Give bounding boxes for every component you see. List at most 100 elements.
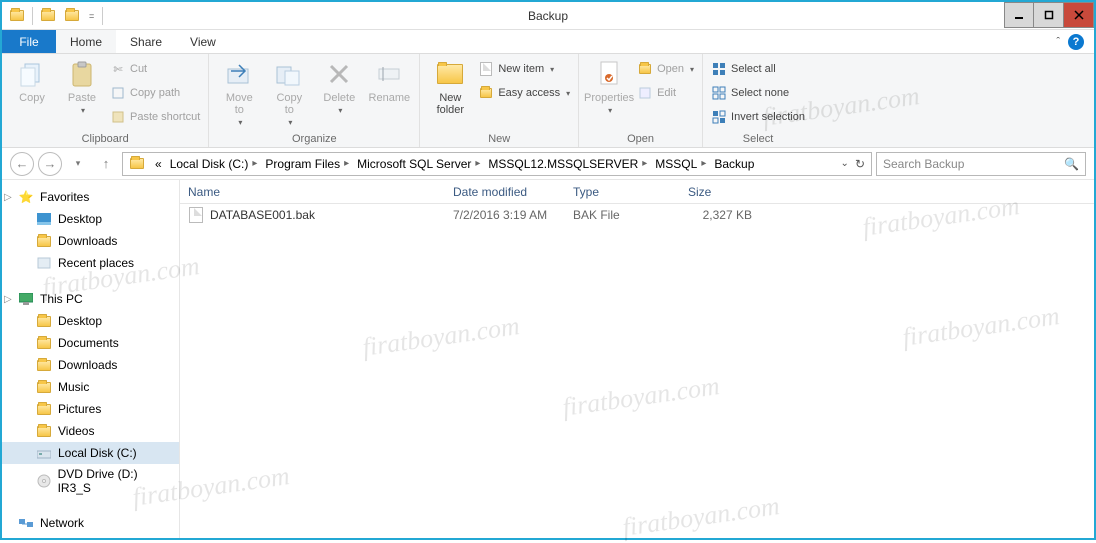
properties-button[interactable]: Properties▾	[587, 58, 631, 115]
rename-button[interactable]: Rename	[367, 58, 411, 104]
file-date: 7/2/2016 3:19 AM	[445, 208, 565, 222]
crumb-5[interactable]: Backup	[710, 157, 758, 171]
group-label-clipboard: Clipboard	[10, 131, 200, 147]
nav-pc-documents[interactable]: Documents	[2, 332, 179, 354]
col-date[interactable]: Date modified	[445, 185, 565, 199]
crumb-4-label: MSSQL	[655, 157, 697, 171]
ribbon-collapse-chevron[interactable]: ˆ	[1056, 36, 1060, 48]
copypath-button[interactable]: Copy path	[110, 82, 200, 104]
refresh-button[interactable]: ↻	[855, 157, 865, 171]
breadcrumb-overflow-label: «	[155, 157, 162, 171]
close-button[interactable]	[1064, 2, 1094, 28]
qat-properties-icon[interactable]	[37, 5, 59, 27]
crumb-2[interactable]: Microsoft SQL Server▸	[353, 157, 484, 171]
help-icon[interactable]: ?	[1068, 34, 1084, 50]
search-input[interactable]: Search Backup 🔍	[876, 152, 1086, 176]
tab-home[interactable]: Home	[56, 30, 116, 53]
easyaccess-button[interactable]: Easy access▾	[478, 82, 570, 104]
nav-pc-desktop[interactable]: Desktop	[2, 310, 179, 332]
app-icon[interactable]	[6, 5, 28, 27]
file-row[interactable]: DATABASE001.bak 7/2/2016 3:19 AM BAK Fil…	[180, 204, 1094, 226]
easyaccess-label: Easy access	[498, 87, 560, 99]
cut-button[interactable]: ✄Cut	[110, 58, 200, 80]
edit-label: Edit	[657, 87, 676, 99]
nav-pc-pictures[interactable]: Pictures	[2, 398, 179, 420]
crumb-3-label: MSSQL12.MSSQLSERVER	[488, 157, 638, 171]
back-button[interactable]: ←	[10, 152, 34, 176]
copy-button[interactable]: Copy	[10, 58, 54, 104]
open-button[interactable]: Open▾	[637, 58, 694, 80]
copyto-icon	[273, 58, 305, 90]
chevron-right-icon: ▸	[642, 158, 647, 169]
selectnone-button[interactable]: Select none	[711, 82, 805, 104]
videos-icon	[36, 423, 52, 439]
up-button[interactable]: ↑	[94, 152, 118, 176]
paste-button[interactable]: Paste ▾	[60, 58, 104, 115]
minimize-button[interactable]	[1004, 2, 1034, 28]
pasteshortcut-label: Paste shortcut	[130, 111, 200, 123]
crumb-0[interactable]: Local Disk (C:)▸	[166, 157, 262, 171]
copyto-button[interactable]: Copy to▾	[267, 58, 311, 127]
maximize-button[interactable]	[1034, 2, 1064, 28]
col-name[interactable]: Name	[180, 185, 445, 199]
pasteshortcut-button[interactable]: Paste shortcut	[110, 106, 200, 128]
tab-view[interactable]: View	[176, 30, 230, 53]
group-label-organize: Organize	[217, 131, 411, 147]
col-type[interactable]: Type	[565, 185, 680, 199]
file-size: 2,327 KB	[680, 208, 760, 222]
paste-dropdown-icon: ▾	[81, 106, 85, 115]
invertselection-icon	[711, 109, 727, 125]
file-name: DATABASE001.bak	[210, 208, 315, 222]
crumb-1[interactable]: Program Files▸	[261, 157, 353, 171]
tree-collapse-icon[interactable]: ▷	[4, 192, 12, 203]
edit-button[interactable]: Edit	[637, 82, 694, 104]
file-menu[interactable]: File	[2, 30, 56, 53]
ribbon-tabs: File Home Share View ˆ ?	[2, 30, 1094, 54]
col-size[interactable]: Size	[680, 185, 760, 199]
nav-pc-dvd[interactable]: DVD Drive (D:) IR3_S	[2, 464, 179, 498]
desktop-icon	[36, 313, 52, 329]
ribbon-group-organize: Move to▾ Copy to▾ Delete▾ Rename Organiz…	[209, 54, 420, 147]
recent-icon	[36, 255, 52, 271]
address-dropdown-chevron[interactable]: ⌄	[841, 158, 849, 169]
nav-network-header[interactable]: Network	[2, 512, 179, 534]
qat-newfolder-icon[interactable]	[61, 5, 83, 27]
computer-icon	[18, 291, 34, 307]
nav-pc-pictures-label: Pictures	[58, 402, 101, 416]
invertselection-button[interactable]: Invert selection	[711, 106, 805, 128]
nav-pc-music[interactable]: Music	[2, 376, 179, 398]
forward-button[interactable]: →	[38, 152, 62, 176]
nav-thispc-header[interactable]: ▷This PC	[2, 288, 179, 310]
open-label: Open	[657, 63, 684, 75]
nav-pc-localdisk[interactable]: Local Disk (C:)	[2, 442, 179, 464]
nav-pc-downloads[interactable]: Downloads	[2, 354, 179, 376]
nav-favorites-header[interactable]: ▷⭐Favorites	[2, 186, 179, 208]
delete-button[interactable]: Delete▾	[317, 58, 361, 115]
newfolder-icon	[434, 58, 466, 90]
recent-locations-chevron[interactable]: ▾	[66, 152, 90, 176]
newitem-button[interactable]: New item▾	[478, 58, 570, 80]
moveto-button[interactable]: Move to▾	[217, 58, 261, 127]
qat-customize-chevron[interactable]: =	[85, 11, 98, 21]
drive-icon	[36, 445, 52, 461]
crumb-3[interactable]: MSSQL12.MSSQLSERVER ▸	[484, 157, 651, 171]
tab-share[interactable]: Share	[116, 30, 176, 53]
nav-favorites-label: Favorites	[40, 190, 89, 204]
crumb-0-label: Local Disk (C:)	[170, 157, 249, 171]
rename-icon	[373, 58, 405, 90]
nav-fav-desktop[interactable]: Desktop	[2, 208, 179, 230]
crumb-4[interactable]: MSSQL▸	[651, 157, 710, 171]
newfolder-button[interactable]: New folder	[428, 58, 472, 116]
nav-pc-desktop-label: Desktop	[58, 314, 102, 328]
tree-collapse-icon[interactable]: ▷	[4, 294, 12, 305]
address-bar[interactable]: « Local Disk (C:)▸ Program Files▸ Micros…	[122, 152, 872, 176]
nav-pc-videos[interactable]: Videos	[2, 420, 179, 442]
selectall-button[interactable]: Select all	[711, 58, 805, 80]
delete-label: Delete	[323, 92, 355, 104]
moveto-icon	[223, 58, 255, 90]
body: ▷⭐Favorites Desktop Downloads Recent pla…	[2, 180, 1094, 538]
breadcrumb-overflow[interactable]: «	[151, 157, 166, 171]
nav-fav-downloads[interactable]: Downloads	[2, 230, 179, 252]
nav-fav-recent[interactable]: Recent places	[2, 252, 179, 274]
nav-pc-dvd-label: DVD Drive (D:) IR3_S	[58, 467, 171, 495]
